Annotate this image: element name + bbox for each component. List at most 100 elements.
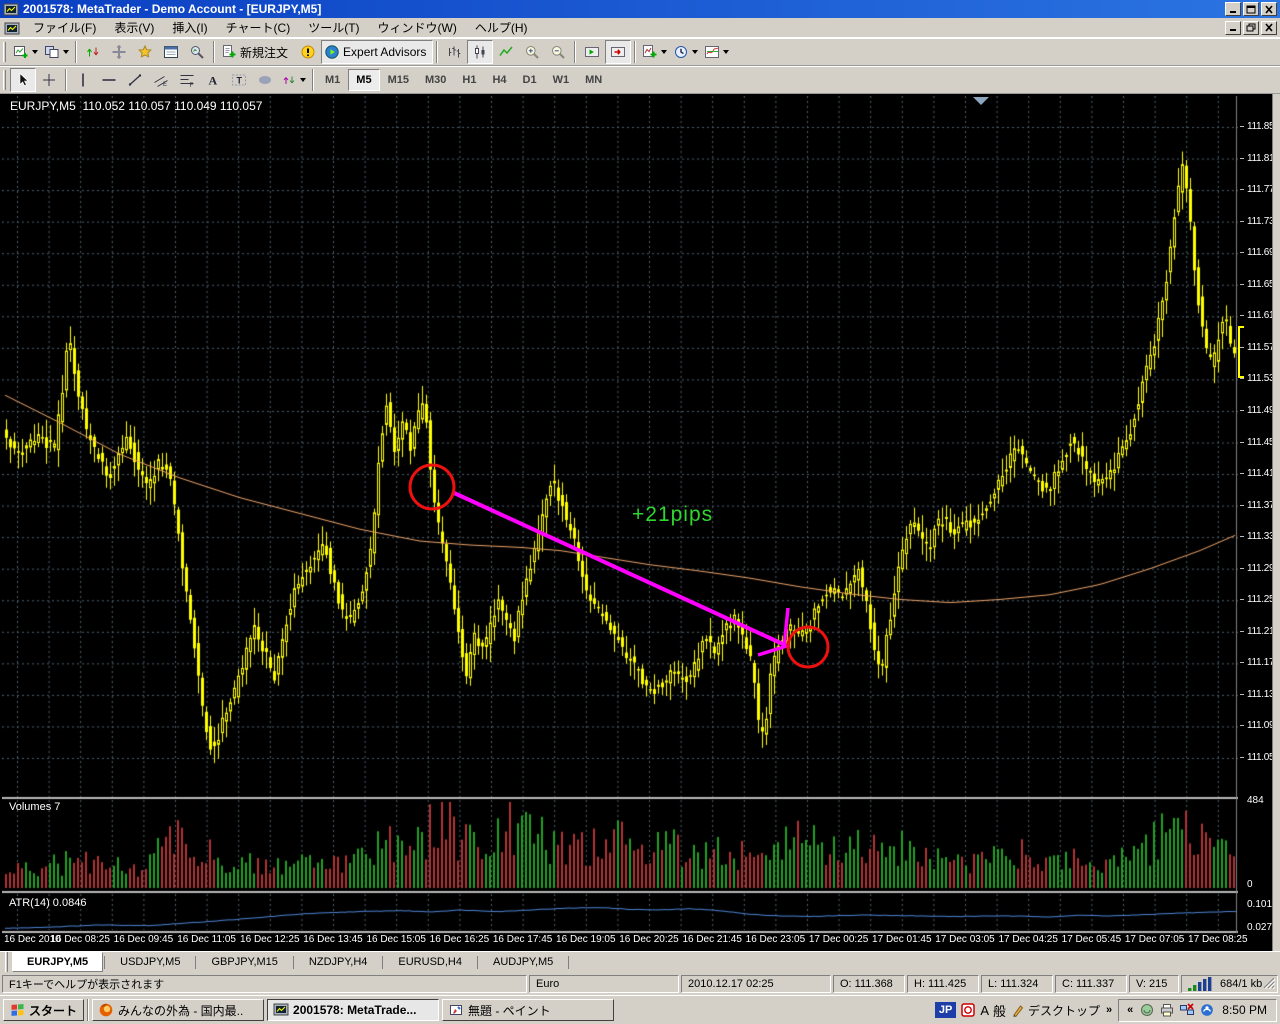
toolbar-grip[interactable] <box>3 42 6 62</box>
time-axis-label: 16 Dec 12:25 <box>240 934 300 945</box>
time-axis[interactable]: 16 Dec 201016 Dec 08:2516 Dec 09:4516 De… <box>2 933 1238 949</box>
minimize-button[interactable] <box>1225 2 1241 16</box>
mdi-restore-button[interactable] <box>1243 21 1259 35</box>
tabbar-grip[interactable] <box>5 952 8 972</box>
indicators-dropdown-caret[interactable] <box>661 50 667 54</box>
timeframe-mn-button[interactable]: MN <box>577 69 610 91</box>
current-price-bracket <box>1238 326 1243 378</box>
crosshair-button[interactable] <box>36 68 62 92</box>
menu-window[interactable]: ウィンドウ(W) <box>369 17 466 38</box>
terminal-button[interactable] <box>158 40 184 64</box>
tray-collapse-chevron[interactable]: « <box>1125 1004 1135 1016</box>
resize-grip[interactable] <box>1262 976 1275 992</box>
chart-bars-button[interactable] <box>441 40 467 64</box>
chart-tab-eurjpy-m5[interactable]: EURJPY,M5 <box>12 952 103 972</box>
menu-help[interactable]: ヘルプ(H) <box>466 17 537 38</box>
menu-view[interactable]: 表示(V) <box>105 17 163 38</box>
cursor-button[interactable] <box>10 68 36 92</box>
toolbar-standard: 新規注文 Expert Advisors <box>0 38 1280 66</box>
strategy-tester-button[interactable] <box>184 40 210 64</box>
toolbar-separator <box>634 41 636 63</box>
start-button[interactable]: スタート <box>3 999 84 1021</box>
tray-printer-icon[interactable] <box>1159 1002 1175 1018</box>
menu-bar: ファイル(F)表示(V)挿入(I)チャート(C)ツール(T)ウィンドウ(W)ヘル… <box>0 18 1280 38</box>
toolbar-grip-2[interactable] <box>3 70 6 90</box>
vertical-line-button[interactable] <box>70 68 96 92</box>
profiles-dropdown-caret[interactable] <box>63 50 69 54</box>
menu-tools[interactable]: ツール(T) <box>299 17 368 38</box>
new-chart-dropdown-caret[interactable] <box>32 50 38 54</box>
periods-button[interactable] <box>670 40 701 64</box>
periods-dropdown-caret[interactable] <box>692 50 698 54</box>
timeframe-m5-button[interactable]: M5 <box>348 69 379 91</box>
menu-file[interactable]: ファイル(F) <box>24 17 105 38</box>
chart-tabs: EURJPY,M5USDJPY,M5GBPJPY,M15NZDJPY,H4EUR… <box>12 952 570 972</box>
timeframe-m1-button[interactable]: M1 <box>317 69 348 91</box>
market-watch-button[interactable] <box>80 40 106 64</box>
timeframe-d1-button[interactable]: D1 <box>515 69 545 91</box>
navigator-button[interactable] <box>132 40 158 64</box>
pips-annotation-label[interactable]: +21pips <box>632 503 713 527</box>
svg-text:A: A <box>209 74 218 88</box>
horizontal-line-button[interactable] <box>96 68 122 92</box>
expert-advisors-button[interactable]: Expert Advisors <box>321 40 433 64</box>
maximize-button[interactable] <box>1243 2 1259 16</box>
tray-network-error-icon[interactable] <box>1179 1002 1195 1018</box>
new-chart-button[interactable] <box>10 40 41 64</box>
data-window-button[interactable] <box>106 40 132 64</box>
chart-shift-button[interactable] <box>605 40 631 64</box>
chart-tab-nzdjpy-h4[interactable]: NZDJPY,H4 <box>295 953 381 971</box>
menu-items: ファイル(F)表示(V)挿入(I)チャート(C)ツール(T)ウィンドウ(W)ヘル… <box>24 17 537 38</box>
trend-line-button[interactable] <box>122 68 148 92</box>
ime-conversion-mode[interactable]: 般 <box>993 1001 1006 1020</box>
chart-tab-eurusd-h4[interactable]: EURUSD,H4 <box>384 953 476 971</box>
templates-button[interactable] <box>701 40 732 64</box>
zoom-in-button[interactable] <box>519 40 545 64</box>
arrow-objects-button[interactable] <box>278 68 309 92</box>
chart-candles-button[interactable] <box>467 40 493 64</box>
templates-dropdown-caret[interactable] <box>723 50 729 54</box>
toolbar-expand-chevron[interactable]: » <box>1104 1004 1114 1016</box>
task-button-metatrader[interactable]: 2001578: MetaTrade... <box>267 999 439 1021</box>
title-bar: 2001578: MetaTrader - Demo Account - [EU… <box>0 0 1280 18</box>
fibonacci-button[interactable]: F <box>174 68 200 92</box>
task-button-paint[interactable]: 無題 - ペイント <box>442 999 614 1021</box>
ime-input-mode-a[interactable]: A <box>980 1003 989 1018</box>
zoom-out-button[interactable] <box>545 40 571 64</box>
chart-tab-audjpy-m5[interactable]: AUDJPY,M5 <box>479 953 567 971</box>
chart-tab-usdjpy-m5[interactable]: USDJPY,M5 <box>106 953 194 971</box>
task-button-firefox[interactable]: みんなの外為 - 国内最.. <box>92 999 264 1021</box>
menu-insert[interactable]: 挿入(I) <box>163 17 216 38</box>
arrow-objects-dropdown-caret[interactable] <box>300 78 306 82</box>
auto-scroll-button[interactable] <box>579 40 605 64</box>
timeframe-h4-button[interactable]: H4 <box>484 69 514 91</box>
tray-utility-icon[interactable] <box>1139 1002 1155 1018</box>
new-order-button[interactable]: 新規注文 <box>218 40 295 64</box>
equidistant-channel-button[interactable]: E <box>148 68 174 92</box>
timeframe-m15-button[interactable]: M15 <box>380 69 417 91</box>
mdi-minimize-button[interactable] <box>1225 21 1241 35</box>
ellipse-button[interactable] <box>252 68 278 92</box>
mdi-close-button[interactable] <box>1261 21 1277 35</box>
text-button[interactable]: A <box>200 68 226 92</box>
timeframe-w1-button[interactable]: W1 <box>545 69 578 91</box>
tray-messenger-icon[interactable] <box>1199 1002 1215 1018</box>
ime-language-badge[interactable]: JP <box>935 1002 956 1018</box>
timeframe-h1-button[interactable]: H1 <box>454 69 484 91</box>
chart-ohlc-line: EURJPY,M5 110.052 110.057 110.049 110.05… <box>10 99 262 113</box>
price-axis[interactable]: 484 0 0.1019 0.0279 111.855111.815111.77… <box>1238 94 1272 951</box>
menu-charts[interactable]: チャート(C) <box>217 17 300 38</box>
app-icon <box>3 2 19 16</box>
ime-pad-pen-icon[interactable] <box>1010 1002 1024 1018</box>
close-button[interactable] <box>1261 2 1277 16</box>
chart-tab-gbpjpy-m15[interactable]: GBPJPY,M15 <box>197 953 291 971</box>
metaeditor-alert-button[interactable] <box>295 40 321 64</box>
indicators-button[interactable] <box>639 40 670 64</box>
chart-canvas[interactable] <box>2 96 1238 949</box>
chart-line-button[interactable] <box>493 40 519 64</box>
text-label-button[interactable]: T <box>226 68 252 92</box>
timeframe-m30-button[interactable]: M30 <box>417 69 454 91</box>
profiles-button[interactable] <box>41 40 72 64</box>
desktop-toolbar-label[interactable]: デスクトップ <box>1028 1002 1100 1019</box>
ime-tool-icon[interactable] <box>960 1002 976 1018</box>
